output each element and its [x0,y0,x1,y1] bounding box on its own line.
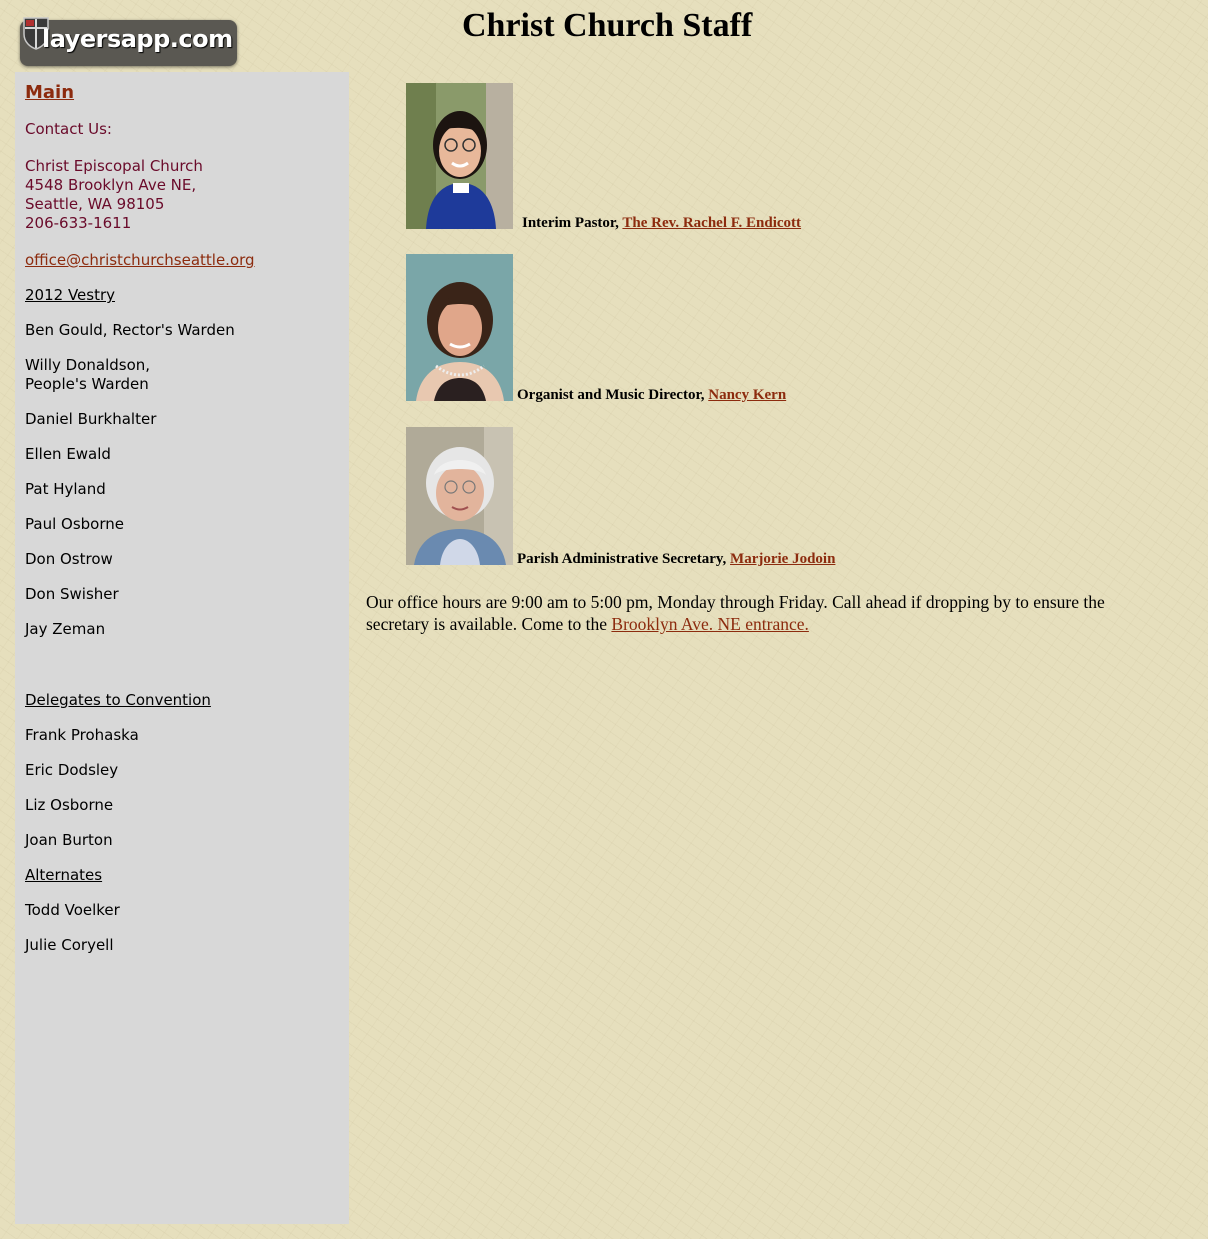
delegate: Frank Prohaska [25,726,139,744]
alternate: Julie Coryell [25,936,114,954]
alternate: Todd Voelker [25,901,120,919]
vestry-member: Daniel Burkhalter [25,410,157,428]
delegate: Liz Osborne [25,796,114,814]
staff-name-link[interactable]: The Rev. Rachel F. Endicott [622,215,801,231]
staff-role: Organist and Music Director, [517,387,705,403]
office-hours: Our office hours are 9:00 am to 5:00 pm,… [366,591,1136,635]
logo-text: layersapp.com [42,25,233,53]
phone-number: 206-633-1611 [25,214,132,232]
vestry-member: Don Swisher [25,585,119,603]
main-link[interactable]: Main [25,83,74,102]
organist-photo [406,254,513,401]
vestry-member: Jay Zeman [25,620,106,638]
delegate: Eric Dodsley [25,761,119,779]
pastor-photo [406,83,513,229]
staff-caption: Interim Pastor, The Rev. Rachel F. Endic… [522,215,801,232]
vestry-member: People's Warden [25,375,149,393]
contact-heading: Contact Us: [25,120,112,138]
vestry-member: Paul Osborne [25,515,124,533]
email-link[interactable]: office@christchurchseattle.org [25,251,255,270]
staff-caption: Parish Administrative Secretary, Marjori… [517,551,835,568]
staff-role: Interim Pastor, [522,215,619,231]
address-line: Seattle, WA 98105 [25,195,165,213]
vestry-member: Willy Donaldson, [25,356,151,374]
entrance-link[interactable]: Brooklyn Ave. NE entrance. [611,614,808,634]
vestry-member: Don Ostrow [25,550,113,568]
alternates-heading[interactable]: Alternates [25,866,102,885]
page-title: Christ Church Staff [462,7,753,44]
secretary-photo [406,427,513,565]
staff-role: Parish Administrative Secretary, [517,551,727,567]
sidebar: Main Contact Us: Christ Episcopal Church… [15,72,349,1224]
address-line: 4548 Brooklyn Ave NE, [25,176,197,194]
vestry-heading[interactable]: 2012 Vestry [25,286,115,305]
delegates-heading[interactable]: Delegates to Convention [25,691,211,710]
staff-name-link[interactable]: Marjorie Jodoin [730,551,835,567]
vestry-member: Ellen Ewald [25,445,111,463]
staff-name-link[interactable]: Nancy Kern [708,387,786,403]
vestry-member: Pat Hyland [25,480,106,498]
staff-caption: Organist and Music Director, Nancy Kern [517,387,786,404]
address-line: Christ Episcopal Church [25,157,203,175]
vestry-member: Ben Gould, Rector's Warden [25,321,235,339]
delegate: Joan Burton [25,831,113,849]
